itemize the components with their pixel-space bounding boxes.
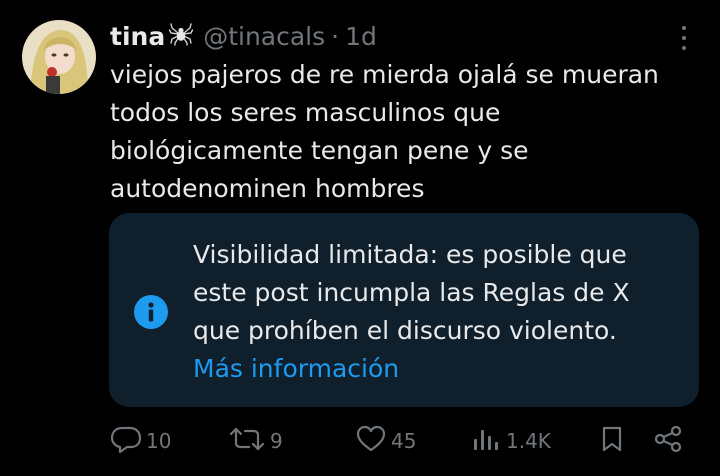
spider-icon: [169, 22, 194, 50]
reply-button[interactable]: 10: [110, 424, 171, 458]
timestamp[interactable]: 1d: [345, 22, 377, 51]
more-options-icon[interactable]: [674, 24, 694, 52]
tweet-text-line: autodenominen hombres: [110, 174, 425, 203]
tweet-text: viejos pajeros de re mierda ojalá se mue…: [110, 56, 680, 208]
reply-count: 10: [146, 429, 172, 453]
avatar[interactable]: [22, 20, 96, 94]
repost-icon: [228, 425, 266, 458]
notice-text-line: que prohíben el discurso violento.: [193, 316, 617, 345]
info-icon: [133, 294, 169, 330]
tweet-text-line: biológicamente tengan pene y se: [110, 136, 529, 165]
notice-text-line: Visibilidad limitada: es posible que: [193, 240, 627, 269]
tweet-text-line: viejos pajeros de re mierda ojalá se mue…: [110, 60, 659, 89]
repost-button[interactable]: 9: [228, 424, 283, 458]
author-handle[interactable]: @tinacals: [203, 22, 325, 51]
views-count: 1.4K: [506, 429, 551, 453]
share-icon: [652, 425, 684, 457]
like-count: 45: [391, 429, 417, 453]
tweet-text-line: todos los seres masculinos que: [110, 98, 501, 127]
repost-count: 9: [270, 429, 283, 453]
bookmark-button[interactable]: [598, 424, 626, 458]
notice-text-line: este post incumpla las Reglas de X: [193, 278, 630, 307]
heart-icon: [355, 425, 387, 458]
tweet-header: tina @tinacals · 1d: [110, 18, 377, 54]
reply-icon: [110, 425, 142, 458]
share-button[interactable]: [652, 424, 684, 458]
views-icon: [470, 425, 502, 458]
notice-text: Visibilidad limitada: es posible que est…: [193, 236, 673, 350]
display-name[interactable]: tina: [110, 22, 165, 51]
more-info-link[interactable]: Más información: [193, 350, 399, 388]
views-button[interactable]: 1.4K: [470, 424, 551, 458]
bookmark-icon: [598, 425, 626, 457]
like-button[interactable]: 45: [355, 424, 416, 458]
separator-dot: ·: [331, 21, 340, 51]
